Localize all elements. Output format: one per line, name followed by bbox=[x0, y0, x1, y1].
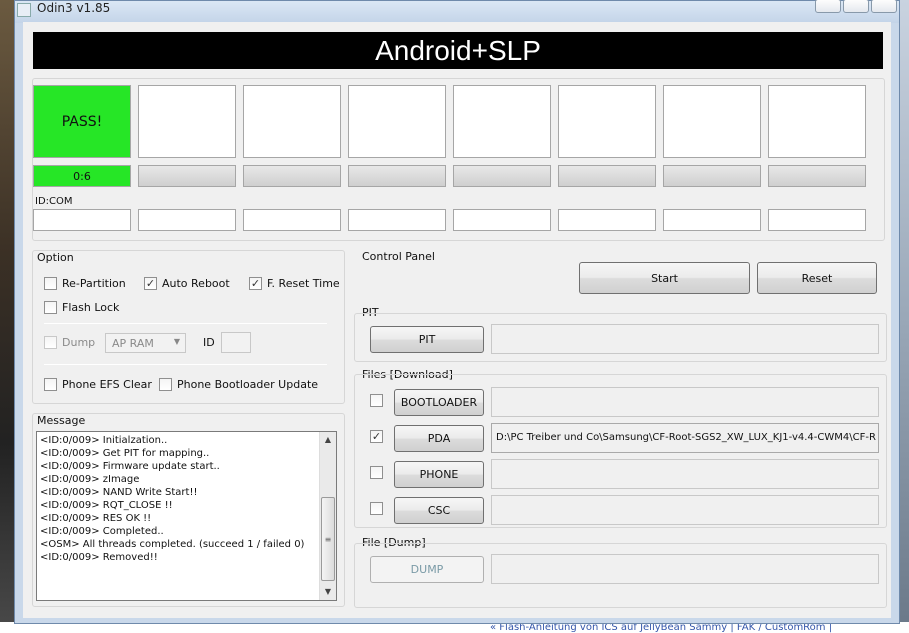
device-slot-idcom bbox=[243, 209, 341, 231]
start-button[interactable]: Start bbox=[579, 262, 750, 294]
mode-banner: Android+SLP bbox=[33, 32, 883, 69]
message-line: <ID:0/009> NAND Write Start!! bbox=[40, 487, 198, 498]
phone-path-field[interactable] bbox=[491, 459, 879, 489]
device-slot-progress bbox=[453, 165, 551, 187]
scroll-up-icon[interactable]: ▲ bbox=[320, 432, 336, 448]
message-line: <ID:0/009> Initialzation.. bbox=[40, 435, 168, 446]
f-reset-time-checkbox[interactable]: ✓ bbox=[249, 277, 262, 290]
dump-button[interactable]: DUMP bbox=[370, 556, 484, 583]
message-line: <ID:0/009> Completed.. bbox=[40, 526, 164, 537]
dump-label: Dump bbox=[62, 336, 96, 349]
dump-type-select[interactable]: AP RAM ▼ bbox=[105, 333, 186, 353]
device-slot-idcom bbox=[348, 209, 446, 231]
close-button[interactable] bbox=[871, 0, 897, 13]
device-slot-status bbox=[558, 85, 656, 158]
flash-lock-checkbox[interactable] bbox=[44, 301, 57, 314]
re-partition-checkbox[interactable] bbox=[44, 277, 57, 290]
auto-reboot-checkbox[interactable]: ✓ bbox=[144, 277, 157, 290]
dump-path-field[interactable] bbox=[491, 554, 879, 584]
pda-path-field[interactable]: D:\PC Treiber und Co\Samsung\CF-Root-SGS… bbox=[491, 423, 879, 453]
device-slot-progress bbox=[558, 165, 656, 187]
client-area: Android+SLP ID:COM PASS! 0:6 Option Re-Pa… bbox=[23, 22, 891, 618]
pda-button[interactable]: PDA bbox=[394, 425, 484, 452]
app-icon bbox=[17, 3, 31, 17]
message-lines: <ID:0/009> Initialzation.. <ID:0/009> Get… bbox=[40, 434, 304, 564]
message-title: Message bbox=[37, 414, 86, 427]
phone-efs-clear-checkbox[interactable] bbox=[44, 378, 57, 391]
device-slot-status bbox=[348, 85, 446, 158]
device-slot-status bbox=[768, 85, 866, 158]
bootloader-button[interactable]: BOOTLOADER bbox=[394, 389, 484, 416]
auto-reboot-label: Auto Reboot bbox=[162, 277, 230, 290]
dump-type-value: AP RAM bbox=[112, 337, 154, 350]
pit-button[interactable]: PIT bbox=[370, 326, 484, 353]
message-line: <ID:0/009> Firmware update start.. bbox=[40, 461, 220, 472]
device-slot-status bbox=[663, 85, 761, 158]
bootloader-path-field[interactable] bbox=[491, 387, 879, 417]
window-controls bbox=[815, 0, 897, 13]
phone-efs-clear-label: Phone EFS Clear bbox=[62, 378, 152, 391]
device-slot-progress bbox=[243, 165, 341, 187]
csc-button[interactable]: CSC bbox=[394, 497, 484, 524]
device-slot-progress bbox=[348, 165, 446, 187]
id-label: ID bbox=[203, 336, 215, 349]
device-slot-idcom bbox=[33, 209, 131, 231]
device-slot-progress bbox=[768, 165, 866, 187]
pit-path-field[interactable] bbox=[491, 324, 879, 354]
maximize-button[interactable] bbox=[843, 0, 869, 13]
device-slot-status bbox=[138, 85, 236, 158]
odin-window: Odin3 v1.85 Android+SLP ID:COM PASS! 0:6 … bbox=[14, 0, 900, 624]
dump-id-field[interactable] bbox=[221, 332, 251, 353]
title-bar[interactable]: Odin3 v1.85 bbox=[15, 0, 899, 23]
idcom-label: ID:COM bbox=[35, 196, 73, 207]
csc-checkbox[interactable] bbox=[370, 502, 383, 515]
pda-checkbox[interactable]: ✓ bbox=[370, 430, 383, 443]
device-slot-idcom bbox=[453, 209, 551, 231]
device-slot-status bbox=[243, 85, 341, 158]
csc-path-field[interactable] bbox=[491, 495, 879, 525]
flash-lock-label: Flash Lock bbox=[62, 301, 120, 314]
option-divider-1 bbox=[44, 323, 327, 324]
desktop-background-right bbox=[900, 0, 909, 633]
phone-bootloader-update-label: Phone Bootloader Update bbox=[177, 378, 319, 391]
message-line: <ID:0/009> Removed!! bbox=[40, 552, 158, 563]
reset-button[interactable]: Reset bbox=[757, 262, 877, 294]
device-slot-idcom bbox=[558, 209, 656, 231]
device-slots-panel: ID:COM PASS! 0:6 bbox=[32, 78, 885, 241]
control-panel-title: Control Panel bbox=[362, 250, 435, 263]
phone-button[interactable]: PHONE bbox=[394, 461, 484, 488]
message-log[interactable]: <ID:0/009> Initialzation.. <ID:0/009> Get… bbox=[36, 431, 337, 601]
device-slot-status bbox=[453, 85, 551, 158]
re-partition-label: Re-Partition bbox=[62, 277, 126, 290]
bootloader-checkbox[interactable] bbox=[370, 394, 383, 407]
message-line: <OSM> All threads completed. (succeed 1 … bbox=[40, 539, 305, 550]
desktop-background-left bbox=[0, 0, 14, 633]
device-slot-status: PASS! bbox=[33, 85, 131, 158]
message-line: <ID:0/009> zImage bbox=[40, 474, 140, 485]
device-slot-idcom bbox=[663, 209, 761, 231]
message-line: <ID:0/009> RQT_CLOSE !! bbox=[40, 500, 173, 511]
minimize-button[interactable] bbox=[815, 0, 841, 13]
device-slot-progress: 0:6 bbox=[33, 165, 131, 187]
phone-bootloader-update-checkbox[interactable] bbox=[159, 378, 172, 391]
scroll-down-icon[interactable]: ▼ bbox=[320, 584, 336, 600]
message-scrollbar[interactable]: ▲ ≡ ▼ bbox=[319, 432, 336, 600]
device-slot-progress bbox=[663, 165, 761, 187]
message-line: <ID:0/009> RES OK !! bbox=[40, 513, 152, 524]
window-title: Odin3 v1.85 bbox=[37, 1, 111, 15]
dump-checkbox[interactable] bbox=[44, 336, 57, 349]
f-reset-time-label: F. Reset Time bbox=[267, 277, 340, 290]
phone-checkbox[interactable] bbox=[370, 466, 383, 479]
device-slot-progress bbox=[138, 165, 236, 187]
chevron-down-icon: ▼ bbox=[173, 337, 180, 346]
scroll-thumb[interactable]: ≡ bbox=[321, 497, 335, 581]
option-title: Option bbox=[37, 251, 74, 264]
option-divider-2 bbox=[44, 364, 327, 365]
device-slot-idcom bbox=[768, 209, 866, 231]
message-line: <ID:0/009> Get PIT for mapping.. bbox=[40, 448, 210, 459]
device-slot-idcom bbox=[138, 209, 236, 231]
